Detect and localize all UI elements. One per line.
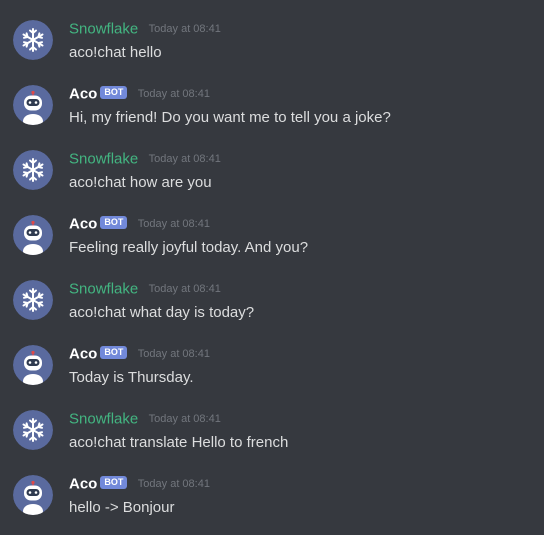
aco-avatar[interactable] — [13, 475, 53, 515]
timestamp: Today at 08:41 — [148, 282, 221, 295]
message-header: Snowflake Today at 08:41 — [69, 20, 221, 40]
message-item: Snowflake Today at 08:41 aco!chat hello — [0, 20, 544, 80]
username[interactable]: Aco — [69, 215, 97, 232]
message-item: Snowflake Today at 08:41 aco!chat how ar… — [0, 150, 544, 210]
message-header: Aco BOT Today at 08:41 — [69, 345, 210, 365]
snowflake-avatar[interactable] — [13, 150, 53, 190]
snowflake-avatar[interactable] — [13, 20, 53, 60]
snowflake-icon — [13, 20, 53, 60]
aco-avatar[interactable] — [13, 85, 53, 125]
timestamp: Today at 08:41 — [137, 347, 210, 360]
timestamp: Today at 08:41 — [148, 412, 221, 425]
bot-tag: BOT — [100, 476, 128, 490]
snowflake-avatar[interactable] — [13, 410, 53, 450]
bot-tag: BOT — [100, 346, 128, 360]
message-content: Feeling really joyful today. And you? — [69, 239, 309, 256]
bot-tag: BOT — [100, 86, 128, 100]
message-item: Aco BOT Today at 08:41 hello -> Bonjour — [0, 475, 544, 535]
message-header: Aco BOT Today at 08:41 — [69, 475, 210, 495]
message-content: aco!chat what day is today? — [69, 304, 255, 321]
username[interactable]: Snowflake — [69, 410, 138, 427]
username[interactable]: Snowflake — [69, 280, 138, 297]
message-content: hello -> Bonjour — [69, 499, 175, 516]
timestamp: Today at 08:41 — [137, 87, 210, 100]
chat-message-list: Snowflake Today at 08:41 aco!chat hello … — [0, 0, 544, 526]
username[interactable]: Snowflake — [69, 150, 138, 167]
message-header: Aco BOT Today at 08:41 — [69, 215, 210, 235]
timestamp: Today at 08:41 — [137, 217, 210, 230]
message-content: Hi, my friend! Do you want me to tell yo… — [69, 109, 391, 126]
timestamp: Today at 08:41 — [148, 22, 221, 35]
snowflake-icon — [13, 410, 53, 450]
message-content: Today is Thursday. — [69, 369, 194, 386]
message-header: Snowflake Today at 08:41 — [69, 410, 221, 430]
snowflake-icon — [13, 150, 53, 190]
message-item: Aco BOT Today at 08:41 Feeling really joy… — [0, 215, 544, 275]
message-content: aco!chat translate Hello to french — [69, 434, 289, 451]
message-item: Aco BOT Today at 08:41 Today is Thursday. — [0, 345, 544, 405]
message-content: aco!chat how are you — [69, 174, 212, 191]
username[interactable]: Aco — [69, 345, 97, 362]
username[interactable]: Aco — [69, 85, 97, 102]
message-header: Snowflake Today at 08:41 — [69, 280, 221, 300]
snowflake-avatar[interactable] — [13, 280, 53, 320]
robot-icon — [13, 345, 53, 385]
snowflake-icon — [13, 280, 53, 320]
message-item: Snowflake Today at 08:41 aco!chat what d… — [0, 280, 544, 340]
message-content: aco!chat hello — [69, 44, 162, 61]
aco-avatar[interactable] — [13, 345, 53, 385]
robot-icon — [13, 215, 53, 255]
timestamp: Today at 08:41 — [148, 152, 221, 165]
aco-avatar[interactable] — [13, 215, 53, 255]
message-header: Snowflake Today at 08:41 — [69, 150, 221, 170]
robot-icon — [13, 475, 53, 515]
bot-tag: BOT — [100, 216, 128, 230]
message-item: Snowflake Today at 08:41 aco!chat transl… — [0, 410, 544, 470]
username[interactable]: Aco — [69, 475, 97, 492]
robot-icon — [13, 85, 53, 125]
timestamp: Today at 08:41 — [137, 477, 210, 490]
username[interactable]: Snowflake — [69, 20, 138, 37]
message-item: Aco BOT Today at 08:41 Hi, my friend! Do … — [0, 85, 544, 145]
message-header: Aco BOT Today at 08:41 — [69, 85, 210, 105]
